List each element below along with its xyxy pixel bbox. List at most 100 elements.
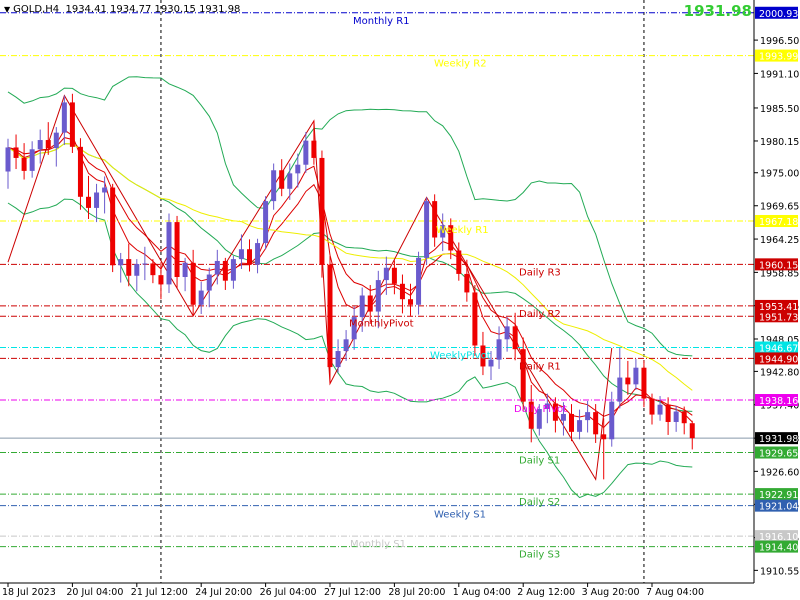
candle-body — [77, 146, 83, 197]
candle-body — [569, 413, 574, 432]
level-label-monthlypivot: MonthlyPivot — [349, 318, 414, 329]
level-price-text: 1967.18 — [759, 217, 798, 228]
big-price: 1931.98 — [683, 2, 752, 20]
level-price-text: 1960.15 — [759, 260, 798, 271]
candle-body — [689, 423, 695, 439]
time-tick-label: 1 Aug 04:00 — [453, 587, 511, 598]
price-tick-label: 1991.10 — [760, 69, 799, 80]
symbol-timeframe: GOLD,H4 — [13, 4, 60, 15]
level-price-text: 1993.99 — [759, 52, 798, 63]
chart-area[interactable]: Monthly R1 Weekly R2 Weekly R1 Daily R3 Dail… — [0, 0, 800, 600]
level-label-daily-r1: Daily R1 — [519, 361, 561, 372]
candle-body — [214, 260, 220, 275]
candle-body — [287, 173, 293, 189]
candle-body — [61, 102, 67, 133]
candle-body — [29, 149, 35, 171]
level-price-text: 1951.73 — [759, 312, 798, 323]
candle-body — [359, 295, 365, 318]
level-price-text: 1922.91 — [759, 490, 798, 501]
candle-body — [102, 187, 108, 193]
candle-body — [110, 187, 116, 266]
level-label-daily-s1: Daily S1 — [519, 456, 560, 467]
time-tick-label: 24 Jul 20:00 — [195, 587, 252, 598]
candle-body — [496, 339, 502, 360]
candle-body — [633, 367, 639, 385]
candle-body — [416, 257, 422, 305]
time-tick-label: 26 Jul 04:00 — [260, 587, 317, 598]
candle-body — [625, 377, 631, 385]
candle-body — [657, 404, 663, 415]
price-tick-label: 1964.25 — [760, 235, 799, 246]
candle-body — [383, 267, 389, 281]
time-tick-label: 21 Jul 12:00 — [131, 587, 188, 598]
price-tick-label: 1926.60 — [760, 467, 799, 478]
candle-body — [617, 377, 623, 402]
candle-body — [5, 147, 11, 172]
candle-body — [424, 201, 430, 258]
time-tick-label: 3 Aug 20:00 — [582, 587, 640, 598]
candle-body — [512, 326, 518, 350]
candle-body — [45, 140, 51, 149]
candle-body — [649, 398, 655, 415]
candle-body — [21, 157, 27, 171]
candle-body — [247, 249, 252, 265]
level-price-text: 1914.40 — [759, 543, 798, 554]
level-label-daily-r2: Daily R2 — [519, 309, 561, 320]
candle-body — [472, 292, 478, 346]
price-tick-label: 1969.65 — [760, 202, 799, 213]
candle-body — [126, 259, 132, 276]
candle-body — [408, 299, 413, 305]
candle-body — [255, 243, 261, 265]
candle-body — [118, 259, 124, 266]
candle-body — [69, 102, 75, 147]
level-label-weekly-r2: Weekly R2 — [434, 59, 487, 70]
candle-body — [681, 411, 687, 424]
level-label-weekly-r1: Weekly R1 — [436, 225, 489, 236]
price-chart[interactable]: Monthly R1 Weekly R2 Weekly R1 Daily R3 Dail… — [0, 0, 800, 600]
level-price-text: 1944.90 — [759, 354, 798, 365]
level-label-monthly-s1: Monthly S1 — [350, 539, 406, 550]
candle-body — [520, 349, 526, 402]
candle-body — [190, 262, 196, 305]
level-label-daily-r3: Daily R3 — [519, 267, 561, 278]
candle-body — [150, 263, 156, 276]
time-tick-label: 28 Jul 20:00 — [388, 587, 445, 598]
candle-body — [174, 222, 180, 278]
candle-body — [182, 262, 188, 278]
time-tick-label: 2 Aug 12:00 — [517, 587, 575, 598]
level-label-daily-s2: Daily S2 — [519, 497, 560, 508]
time-tick-label: 7 Aug 04:00 — [646, 587, 704, 598]
candle-body — [609, 401, 615, 440]
candle-body — [327, 264, 333, 368]
candle-body — [279, 170, 285, 189]
candle-body — [230, 259, 236, 281]
candle-body — [464, 273, 470, 293]
candle-body — [198, 290, 204, 305]
candle-body — [391, 267, 397, 284]
symbol-header: ▼ GOLD,H4 1934.41 1934.77 1930.15 1931.98 — [4, 4, 240, 15]
time-axis: 18 Jul 2023 20 Jul 04:00 21 Jul 12:00 24 Ju… — [0, 582, 754, 598]
candle-body — [311, 140, 317, 158]
candle-body — [263, 201, 269, 244]
candle-body — [601, 434, 607, 440]
candle-body — [375, 280, 381, 312]
candle-body — [319, 157, 325, 265]
level-price-text: 2000.93 — [759, 9, 798, 20]
candle-body — [593, 412, 599, 435]
candle-body — [86, 196, 91, 208]
level-label-daily-pivot: Daily Pivot — [514, 404, 567, 415]
dropdown-triangle-icon[interactable]: ▼ — [4, 5, 10, 14]
candle-body — [456, 250, 462, 274]
level-label-daily-s3: Daily S3 — [519, 550, 560, 561]
price-tick-label: 1996.50 — [760, 36, 799, 47]
level-price-text: 1921.04 — [759, 502, 798, 513]
time-tick-label: 27 Jul 12:00 — [324, 587, 381, 598]
candle-body — [53, 132, 59, 149]
candle-body — [134, 264, 140, 276]
level-label-monthly-r1: Monthly R1 — [353, 16, 410, 27]
candle-body — [673, 411, 679, 422]
candle-body — [641, 367, 647, 399]
candle-body — [271, 170, 277, 202]
candle-body — [399, 283, 405, 300]
candle-body — [335, 351, 341, 368]
